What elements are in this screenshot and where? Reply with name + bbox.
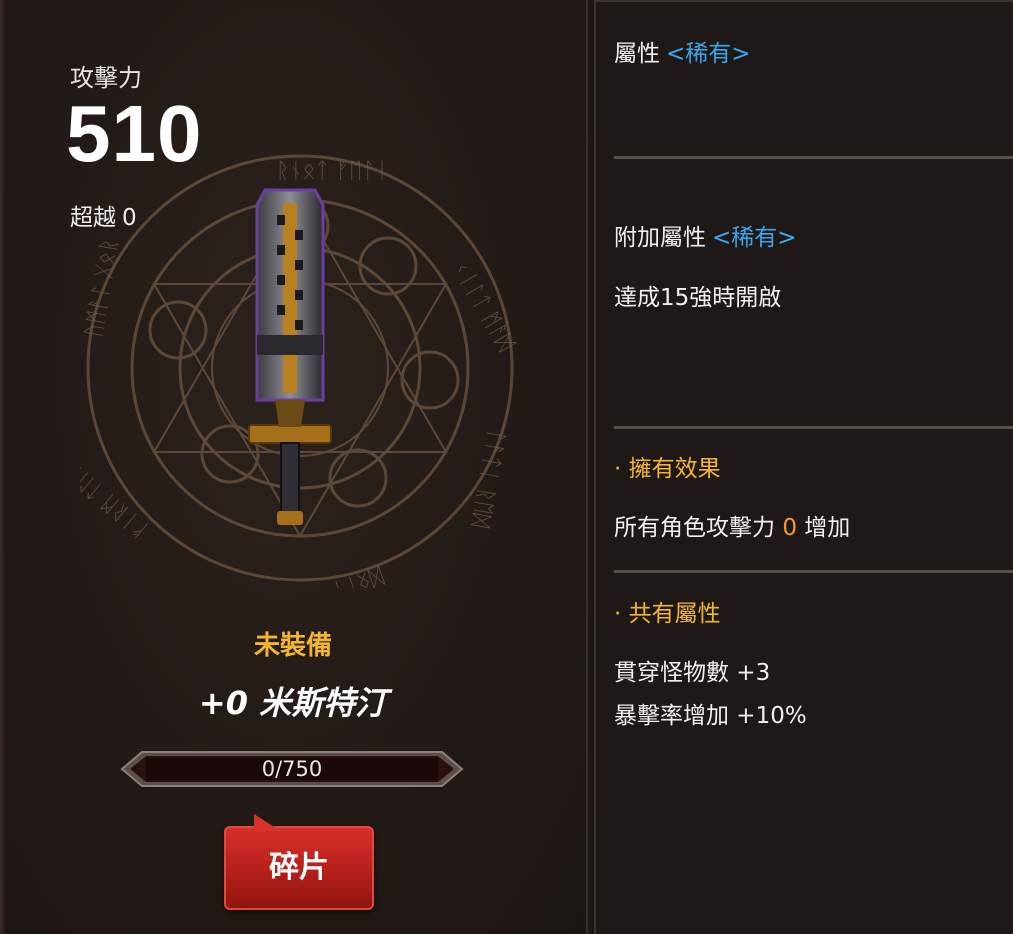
svg-text:ᛞᛟᛚᛁ ᚲᛖᛏ: ᛞᛟᛚᛁ ᚲᛖᛏ: [285, 562, 387, 588]
item-details-panel: 屬性 <稀有> 附加屬性 <稀有> 達成15強時開啟 · 擁有效果 所有角色攻擊力 …: [594, 0, 1013, 934]
item-preview-panel: 攻擊力 510 超越 0 ᚱᚾᛟᛏ ᚠᛖᛚᛁ ᚲᛁᛚᛏ ᛗᚨᛞ ᛚᚨᛏᛁ ᚱᛖᛞ …: [0, 0, 588, 934]
divider: [614, 426, 1013, 429]
shared-attribute-title: · 共有屬性: [614, 601, 721, 627]
owned-effect-title: · 擁有效果: [614, 456, 721, 482]
attribute-row: 屬性 <稀有>: [614, 34, 751, 68]
svg-text:ᚱᚾᛟᛏ ᚠᛖᛚᛁ: ᚱᚾᛟᛏ ᚠᛖᛚᛁ: [276, 159, 389, 184]
svg-text:ᛚᚨᛏᛁ ᚱᛖᛞ: ᛚᚨᛏᛁ ᚱᛖᛞ: [467, 427, 509, 529]
shard-progress-bar: 0/750: [120, 748, 464, 790]
item-name: +0 米斯特汀: [198, 684, 388, 722]
sword-icon: [248, 188, 332, 525]
shard-button[interactable]: 碎片: [224, 814, 374, 910]
shared-attribute-item: 貫穿怪物數 +3: [614, 660, 771, 686]
attribute-rarity: <稀有>: [666, 41, 751, 67]
owned-effect-prefix: 所有角色攻擊力: [614, 515, 775, 541]
button-tail: [254, 814, 276, 828]
owned-effect-value: 0: [782, 515, 797, 541]
extra-attribute-row: 附加屬性 <稀有>: [614, 218, 797, 252]
extra-attribute-note: 達成15強時開啟: [614, 285, 782, 311]
owned-effect-suffix: 增加: [804, 515, 851, 541]
svg-text:ᚢᛗᚨᛚ ᚷᛟᚱ: ᚢᛗᚨᛚ ᚷᛟᚱ: [81, 237, 123, 339]
equip-status: 未裝備: [253, 631, 332, 661]
owned-effect-row: 所有角色攻擊力 0 增加: [614, 508, 850, 542]
attribute-label: 屬性: [614, 41, 660, 67]
extra-attribute-rarity: <稀有>: [712, 225, 797, 251]
divider: [614, 570, 1013, 573]
shard-progress-text: 0/750: [261, 757, 323, 781]
shard-button-label: 碎片: [269, 850, 329, 885]
divider: [614, 156, 1013, 159]
extra-attribute-label: 附加屬性: [614, 225, 706, 251]
shared-attribute-item: 暴擊率增加 +10%: [614, 703, 807, 729]
